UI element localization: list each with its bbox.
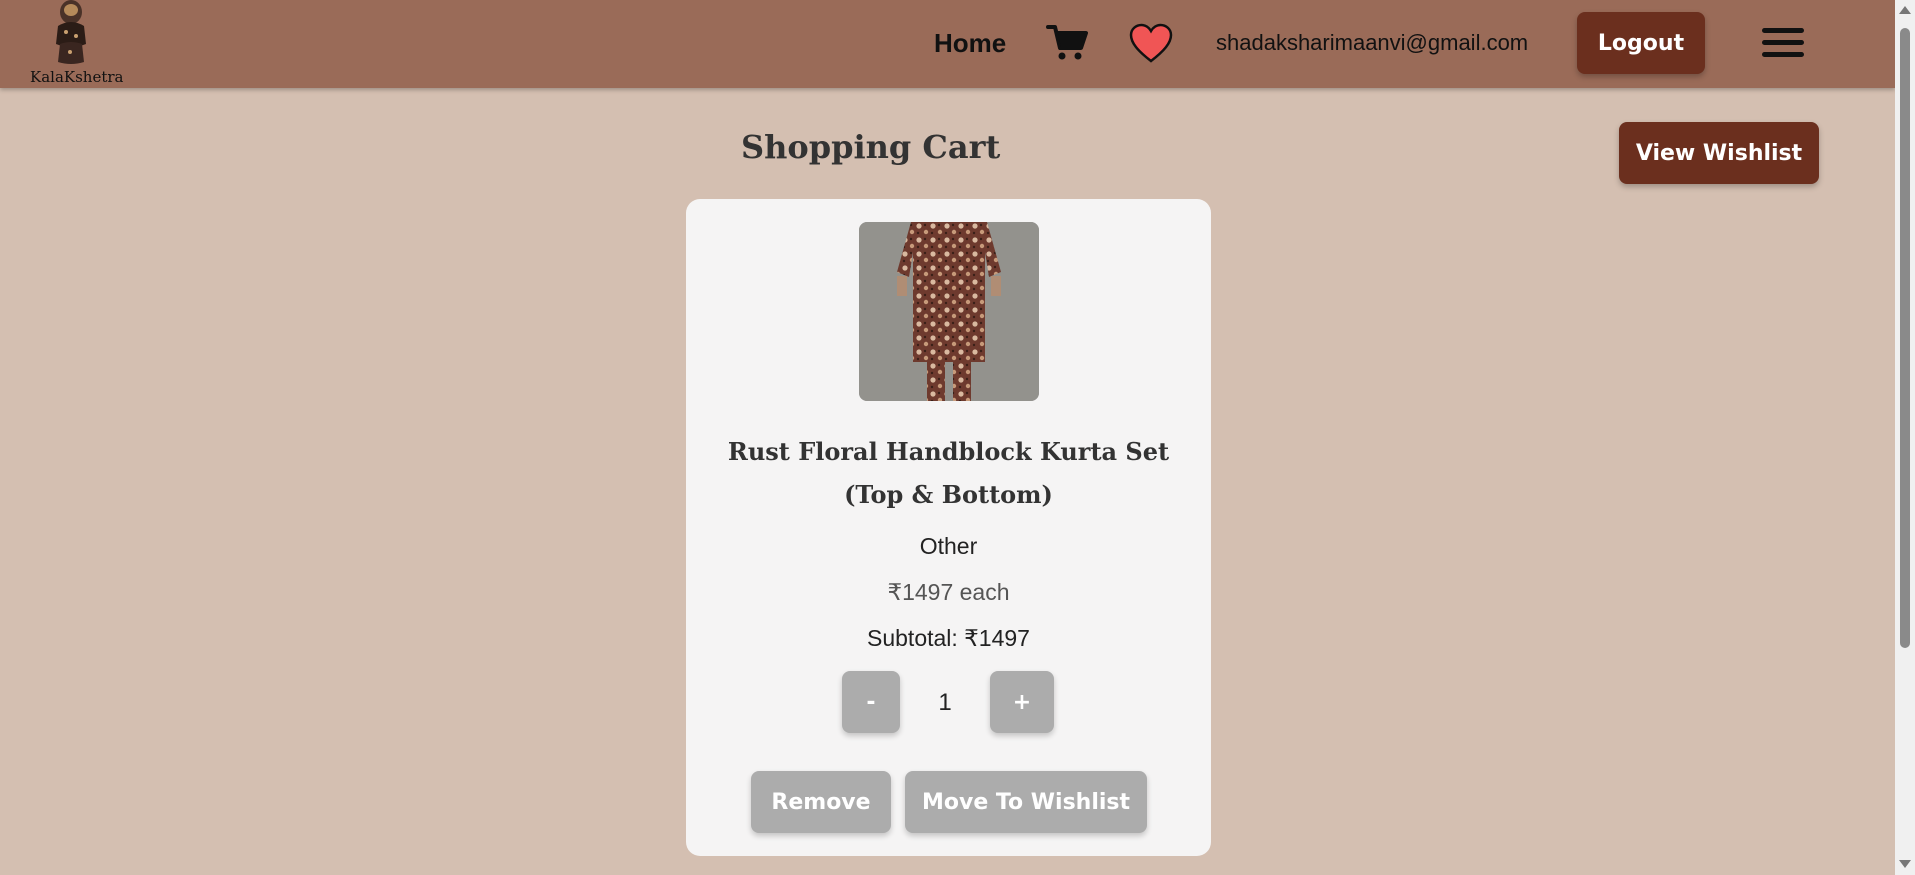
product-name: Rust Floral Handblock Kurta Set (Top & B… [727, 437, 1170, 509]
product-category: Other [919, 533, 978, 559]
brand-logo[interactable]: KalaKshetra [26, 0, 123, 88]
cart-item-card: Rust Floral Handblock Kurta Set (Top & B… [686, 199, 1211, 856]
cart-icon[interactable] [1046, 24, 1088, 66]
move-to-wishlist-button[interactable]: Move To Wishlist [905, 771, 1147, 833]
brand-name: KalaKshetra [30, 68, 124, 86]
decrease-quantity-button[interactable]: - [842, 671, 900, 733]
remove-button[interactable]: Remove [751, 771, 891, 833]
hamburger-menu-icon[interactable] [1762, 28, 1804, 58]
scroll-down-arrow-icon[interactable] [1899, 860, 1911, 868]
nav-home-link[interactable]: Home [934, 28, 1006, 59]
quantity-value: 1 [938, 689, 952, 716]
page-title: Shopping Cart [741, 128, 1001, 166]
user-email: shadaksharimaanvi@gmail.com [1216, 30, 1529, 55]
navbar: KalaKshetra Home shadaksharimaanvi@gmail… [0, 0, 1895, 88]
logout-button[interactable]: Logout [1577, 12, 1705, 74]
heart-icon[interactable] [1128, 22, 1174, 68]
scrollbar-thumb[interactable] [1900, 28, 1910, 648]
logo-figure-icon [56, 0, 86, 64]
vertical-scrollbar[interactable] [1895, 0, 1915, 875]
scroll-up-arrow-icon[interactable] [1899, 6, 1911, 14]
product-subtotal: Subtotal: ₹1497 [867, 625, 1030, 651]
view-wishlist-button[interactable]: View Wishlist [1619, 122, 1819, 184]
increase-quantity-button[interactable]: + [990, 671, 1054, 733]
product-image [859, 222, 1039, 401]
product-price: ₹1497 each [887, 579, 1010, 605]
